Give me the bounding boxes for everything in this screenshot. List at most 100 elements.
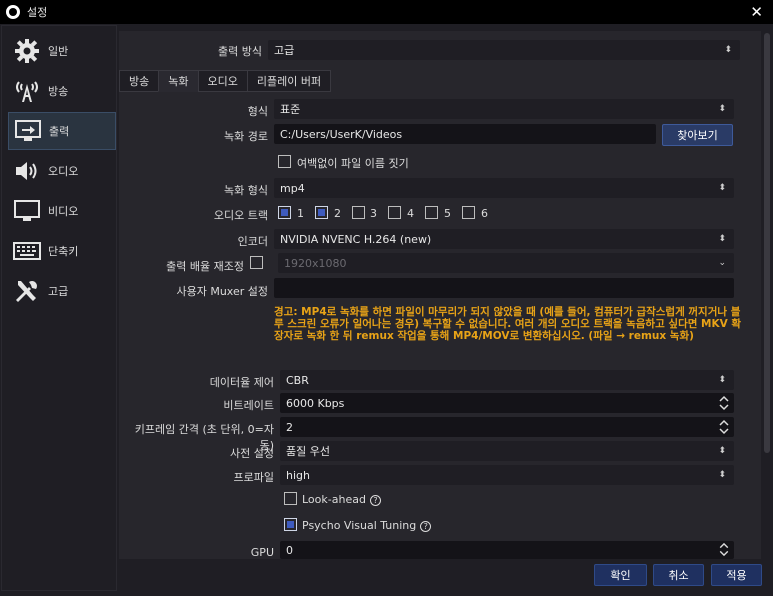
- spin-arrows-icon[interactable]: [718, 541, 730, 558]
- sidebar-item-label: 오디오: [48, 165, 79, 178]
- output-tabs: 방송 녹화 오디오 리플레이 버퍼: [119, 70, 332, 92]
- obs-logo-icon: [6, 5, 20, 19]
- sidebar-item-audio[interactable]: 오디오: [8, 152, 116, 190]
- sidebar-item-label: 출력: [49, 125, 70, 138]
- custom-muxer-label: 사용자 Muxer 설정: [176, 285, 268, 298]
- rescale-output-label: 출력 배율 재조정: [166, 260, 244, 273]
- preset-select[interactable]: 품질 우선 ⬍: [280, 441, 734, 461]
- recording-format-select[interactable]: mp4 ⬍: [274, 178, 734, 198]
- recording-type-select[interactable]: 표준 ⬍: [274, 99, 734, 119]
- cancel-button[interactable]: 취소: [653, 564, 704, 586]
- gpu-spinbox[interactable]: 0: [280, 541, 734, 559]
- updown-caret-icon: ⬍: [718, 446, 726, 456]
- rescale-resolution-select[interactable]: 1920x1080 ⌄: [278, 253, 734, 273]
- audio-track-1-checkbox[interactable]: [278, 206, 291, 219]
- custom-muxer-input[interactable]: [274, 278, 734, 298]
- tab-audio[interactable]: 오디오: [197, 70, 248, 92]
- psycho-visual-text: Psycho Visual Tuning: [302, 519, 417, 532]
- gear-icon: [12, 37, 42, 65]
- updown-caret-icon: ⬍: [718, 104, 726, 114]
- recording-path-input[interactable]: C:/Users/UserK/Videos: [274, 124, 656, 144]
- bitrate-spinbox[interactable]: 6000 Kbps: [280, 393, 734, 413]
- help-icon[interactable]: ?: [420, 520, 432, 532]
- rate-control-value: CBR: [286, 373, 309, 387]
- recording-path-label: 녹화 경로: [224, 130, 268, 143]
- sidebar-item-hotkeys[interactable]: 단축키: [8, 232, 116, 270]
- close-icon[interactable]: ✕: [750, 3, 763, 21]
- tab-replay-buffer[interactable]: 리플레이 버퍼: [246, 70, 332, 92]
- title-bar: 설정 ✕: [0, 0, 773, 24]
- window-title: 설정: [27, 6, 48, 19]
- sidebar-item-general[interactable]: 일반: [8, 32, 116, 70]
- output-mode-select[interactable]: 고급 ⬍: [268, 40, 740, 60]
- profile-value: high: [286, 468, 310, 482]
- rate-control-select[interactable]: CBR ⬍: [280, 370, 734, 390]
- encoder-label: 인코더: [237, 235, 268, 248]
- bitrate-value: 6000 Kbps: [286, 396, 345, 410]
- sidebar-item-output[interactable]: 출력: [8, 112, 116, 150]
- recording-format-label: 녹화 형식: [224, 184, 268, 197]
- lookahead-checkbox[interactable]: [284, 492, 297, 505]
- help-icon[interactable]: ?: [369, 494, 381, 506]
- gpu-label: GPU: [250, 546, 274, 559]
- vertical-scrollbar[interactable]: [763, 31, 771, 559]
- updown-caret-icon: ⬍: [718, 375, 726, 385]
- output-mode-value: 고급: [274, 44, 295, 57]
- preset-label: 사전 설정: [230, 447, 274, 460]
- speaker-icon: [12, 157, 42, 185]
- rescale-output-checkbox[interactable]: [250, 256, 263, 269]
- audio-track-4-checkbox[interactable]: [388, 206, 401, 219]
- keyframe-interval-spinbox[interactable]: 2: [280, 417, 734, 437]
- no-space-filename-checkbox[interactable]: [278, 155, 291, 168]
- tab-recording[interactable]: 녹화: [158, 70, 199, 92]
- apply-button[interactable]: 적용: [711, 564, 762, 586]
- psycho-visual-checkbox[interactable]: [284, 518, 297, 531]
- updown-caret-icon: ⬍: [718, 234, 726, 244]
- keyboard-icon: [12, 237, 42, 265]
- rescale-resolution-value: 1920x1080: [284, 256, 347, 270]
- sidebar-item-advanced[interactable]: 고급: [8, 272, 116, 310]
- tools-icon: [12, 277, 42, 305]
- sidebar-item-label: 방송: [48, 85, 69, 98]
- output-mode-label: 출력 방식: [218, 45, 262, 58]
- scrollbar-thumb[interactable]: [764, 33, 770, 453]
- monitor-icon: [12, 197, 42, 225]
- sidebar-item-label: 고급: [48, 285, 69, 298]
- spin-arrows-icon[interactable]: [718, 418, 730, 436]
- audio-track-2-checkbox[interactable]: [315, 206, 328, 219]
- spin-arrows-icon[interactable]: [718, 394, 730, 412]
- audio-track-1-label: 1: [297, 207, 304, 220]
- audio-track-6-label: 6: [481, 207, 488, 220]
- sidebar-item-label: 단축키: [48, 245, 79, 258]
- encoder-value: NVIDIA NVENC H.264 (new): [280, 232, 432, 246]
- updown-caret-icon: ⬍: [718, 470, 726, 480]
- preset-value: 품질 우선: [286, 445, 330, 458]
- audio-track-3-label: 3: [370, 207, 377, 220]
- updown-caret-icon: ⬍: [724, 45, 732, 55]
- chevron-down-icon: ⌄: [718, 258, 726, 268]
- sidebar-item-stream[interactable]: 방송: [8, 72, 116, 110]
- audio-track-3-checkbox[interactable]: [352, 206, 365, 219]
- ok-button[interactable]: 확인: [594, 564, 647, 586]
- browse-button[interactable]: 찾아보기: [662, 124, 733, 146]
- updown-caret-icon: ⬍: [718, 183, 726, 193]
- lookahead-text: Look-ahead: [302, 493, 366, 506]
- no-space-filename-label: 여백없이 파일 이름 짓기: [297, 157, 409, 170]
- output-icon: [13, 117, 43, 145]
- recording-type-label: 형식: [247, 105, 268, 118]
- recording-path-value: C:/Users/UserK/Videos: [280, 127, 403, 141]
- bitrate-label: 비트레이트: [223, 399, 274, 412]
- keyframe-interval-value: 2: [286, 420, 293, 434]
- rate-control-label: 데이터율 제어: [209, 376, 274, 389]
- tab-streaming[interactable]: 방송: [119, 70, 160, 92]
- audio-track-6-checkbox[interactable]: [462, 206, 475, 219]
- audio-track-label: 오디오 트랙: [213, 209, 268, 222]
- recording-format-value: mp4: [280, 181, 305, 195]
- profile-select[interactable]: high ⬍: [280, 465, 734, 485]
- audio-track-5-checkbox[interactable]: [425, 206, 438, 219]
- psycho-visual-label: Psycho Visual Tuning?: [302, 519, 432, 532]
- audio-track-5-label: 5: [444, 207, 451, 220]
- audio-track-4-label: 4: [407, 207, 414, 220]
- sidebar-item-video[interactable]: 비디오: [8, 192, 116, 230]
- encoder-select[interactable]: NVIDIA NVENC H.264 (new) ⬍: [274, 229, 734, 249]
